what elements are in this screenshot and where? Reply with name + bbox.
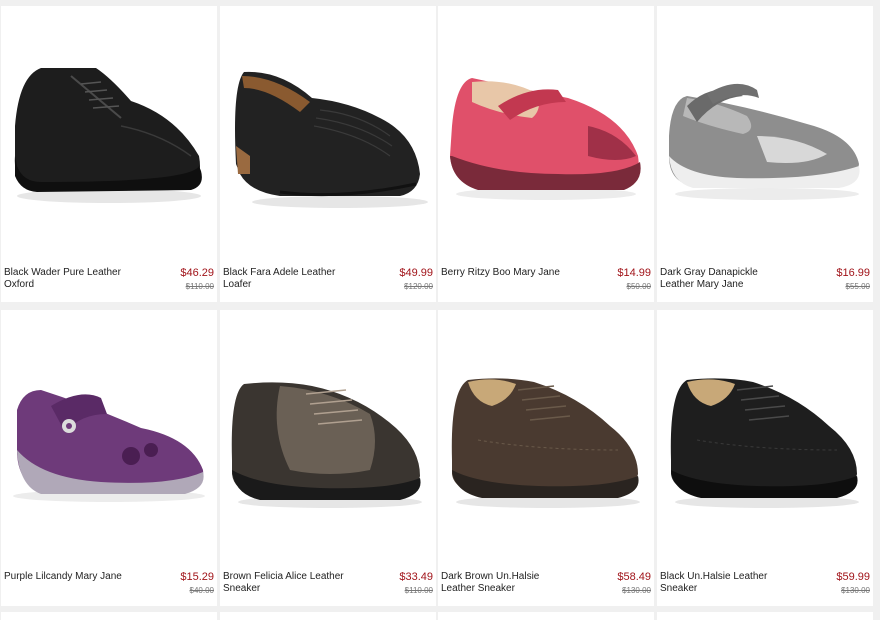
product-card[interactable]: Berry Ritzy Boo Mary Jane $14.99 $50.00: [438, 6, 654, 302]
product-info: Brown Felicia Alice Leather Sneaker $33.…: [220, 568, 436, 606]
product-info: Black Un.Halsie Leather Sneaker $59.99 $…: [657, 568, 873, 606]
product-name[interactable]: Purple Lilcandy Mary Jane: [4, 571, 134, 583]
loafer-shoe-image: [235, 71, 428, 208]
next-row-card-edge: [438, 612, 654, 620]
original-price: $110.00: [185, 282, 214, 291]
product-photo[interactable]: [438, 310, 654, 568]
original-price: $130.00: [841, 586, 870, 595]
product-name[interactable]: Berry Ritzy Boo Mary Jane: [441, 267, 571, 279]
original-price: $110.00: [404, 586, 433, 595]
product-name[interactable]: Black Fara Adele Leather Loafer: [223, 267, 353, 291]
mary-jane-kid-shoe-image: [450, 78, 641, 200]
product-name[interactable]: Dark Brown Un.Halsie Leather Sneaker: [441, 571, 571, 595]
oxford-shoe-image: [14, 68, 202, 203]
sale-price: $58.49: [617, 571, 651, 583]
product-card[interactable]: Dark Gray Danapickle Leather Mary Jane $…: [657, 6, 873, 302]
product-card[interactable]: Black Wader Pure Leather Oxford $46.29 $…: [1, 6, 217, 302]
original-price: $55.00: [845, 282, 870, 291]
product-photo[interactable]: [220, 6, 436, 264]
product-info: Black Fara Adele Leather Loafer $49.99 $…: [220, 264, 436, 302]
product-card[interactable]: Dark Brown Un.Halsie Leather Sneaker $58…: [438, 310, 654, 606]
sneaker-shoe-image: [451, 378, 640, 508]
sale-price: $14.99: [617, 267, 651, 279]
product-card[interactable]: Brown Felicia Alice Leather Sneaker $33.…: [220, 310, 436, 606]
product-info: Purple Lilcandy Mary Jane $15.29 $40.00: [1, 568, 217, 606]
product-photo[interactable]: [1, 6, 217, 264]
original-price: $50.00: [626, 282, 651, 291]
original-price: $40.00: [189, 586, 214, 595]
product-name[interactable]: Black Wader Pure Leather Oxford: [4, 267, 134, 291]
product-photo[interactable]: [220, 310, 436, 568]
sale-price: $15.29: [180, 571, 214, 583]
product-name[interactable]: Dark Gray Danapickle Leather Mary Jane: [660, 267, 790, 291]
product-info: Berry Ritzy Boo Mary Jane $14.99 $50.00: [438, 264, 654, 302]
product-name[interactable]: Black Un.Halsie Leather Sneaker: [660, 571, 790, 595]
sneaker-shoe-image: [670, 378, 859, 508]
product-photo[interactable]: [1, 310, 217, 568]
product-card[interactable]: Black Un.Halsie Leather Sneaker $59.99 $…: [657, 310, 873, 606]
product-photo[interactable]: [657, 6, 873, 264]
next-row-card-edge: [657, 612, 873, 620]
product-card[interactable]: Black Fara Adele Leather Loafer $49.99 $…: [220, 6, 436, 302]
right-gutter: [874, 0, 880, 620]
original-price: $130.00: [622, 586, 651, 595]
mary-jane-kid-shoe-image: [13, 390, 205, 502]
product-name[interactable]: Brown Felicia Alice Leather Sneaker: [223, 571, 353, 595]
next-row-card-edge: [220, 612, 436, 620]
sale-price: $46.29: [180, 267, 214, 279]
sneaker-shoe-image: [231, 382, 422, 508]
product-info: Dark Gray Danapickle Leather Mary Jane $…: [657, 264, 873, 302]
next-row-card-edge: [1, 612, 217, 620]
product-photo[interactable]: [438, 6, 654, 264]
mary-jane-flat-shoe-image: [669, 83, 860, 200]
product-info: Black Wader Pure Leather Oxford $46.29 $…: [1, 264, 217, 302]
product-info: Dark Brown Un.Halsie Leather Sneaker $58…: [438, 568, 654, 606]
sale-price: $33.49: [399, 571, 433, 583]
sale-price: $49.99: [399, 267, 433, 279]
sale-price: $16.99: [836, 267, 870, 279]
product-card[interactable]: Purple Lilcandy Mary Jane $15.29 $40.00: [1, 310, 217, 606]
sale-price: $59.99: [836, 571, 870, 583]
original-price: $120.00: [404, 282, 433, 291]
product-photo[interactable]: [657, 310, 873, 568]
